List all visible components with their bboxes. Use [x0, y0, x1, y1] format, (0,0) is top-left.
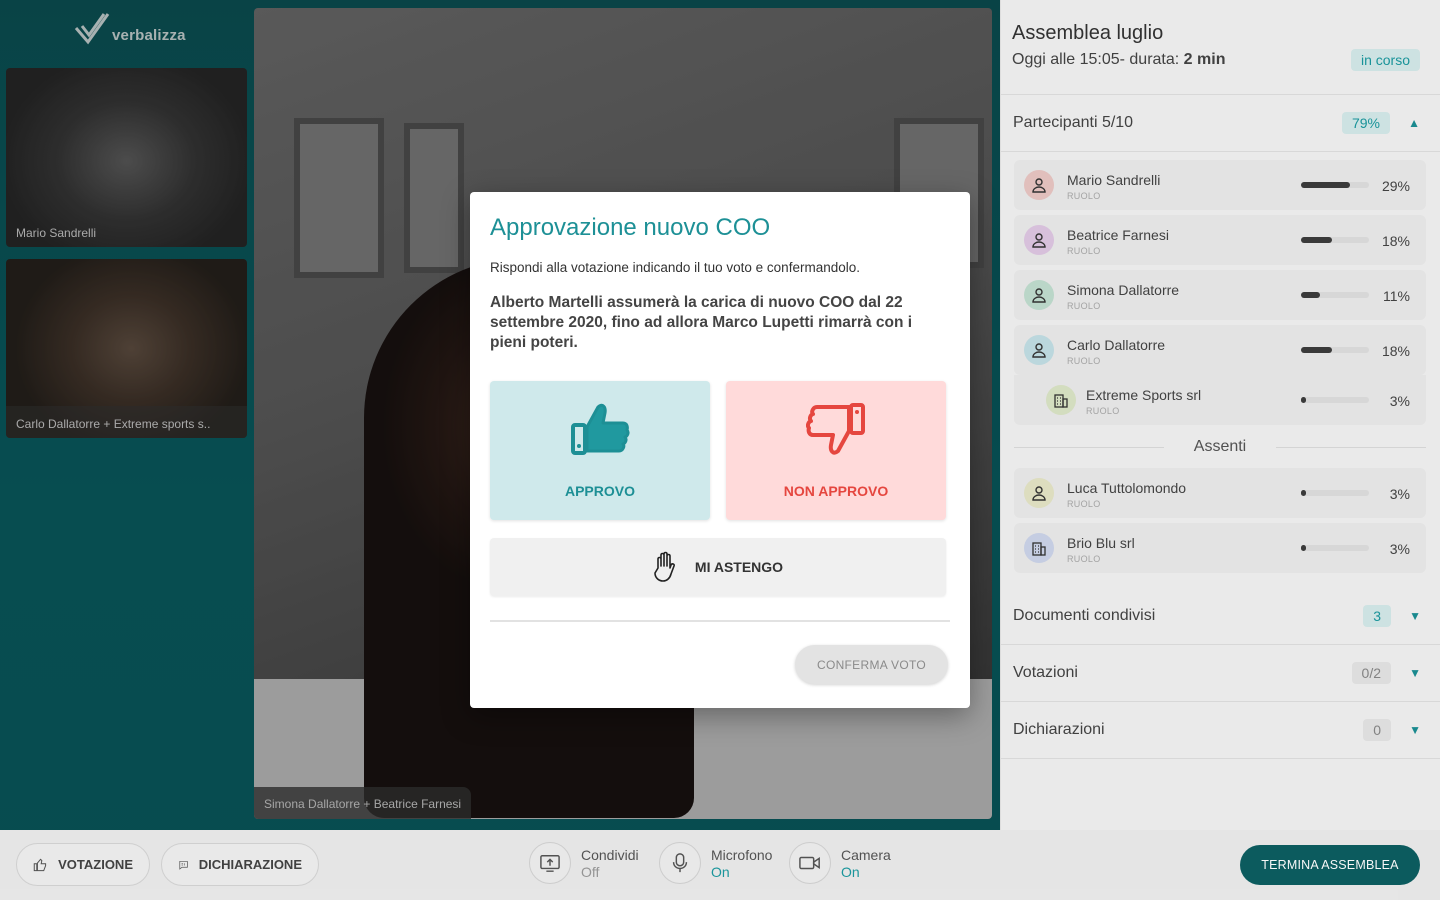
abstain-button[interactable]: MI ASTENGO	[490, 538, 946, 596]
meeting-sidebar: Assemblea luglio Oggi alle 15:05- durata…	[1000, 0, 1440, 830]
reject-label: NON APPROVO	[783, 483, 889, 499]
modal-title: Approvazione nuovo COO	[490, 214, 771, 241]
thumbs-down-icon	[806, 403, 865, 455]
app-root: verbalizza Mario Sandrelli Carlo Dallato…	[0, 0, 1440, 900]
bottom-toolbar: VOTAZIONE DICHIARAZIONE Condividi Off Mic…	[0, 830, 1440, 900]
modal-backdrop-right	[1001, 0, 1440, 830]
thumbs-up-icon	[571, 403, 630, 455]
approve-label: APPROVO	[564, 483, 635, 499]
reject-button[interactable]: NON APPROVO	[726, 381, 946, 520]
approve-button[interactable]: APPROVO	[490, 381, 710, 520]
modal-intro: Rispondi alla votazione indicando il tuo…	[490, 260, 860, 275]
vote-question: Alberto Martelli assumerà la carica di n…	[490, 294, 913, 351]
toolbar-backdrop	[0, 830, 1440, 900]
abstain-label: MI ASTENGO	[694, 559, 784, 575]
confirm-vote-button[interactable]: CONFERMA VOTO	[795, 645, 948, 684]
modal-divider	[490, 620, 950, 622]
vote-modal: Approvazione nuovo COO Rispondi alla vot…	[470, 192, 970, 708]
raised-hand-icon	[654, 551, 675, 582]
